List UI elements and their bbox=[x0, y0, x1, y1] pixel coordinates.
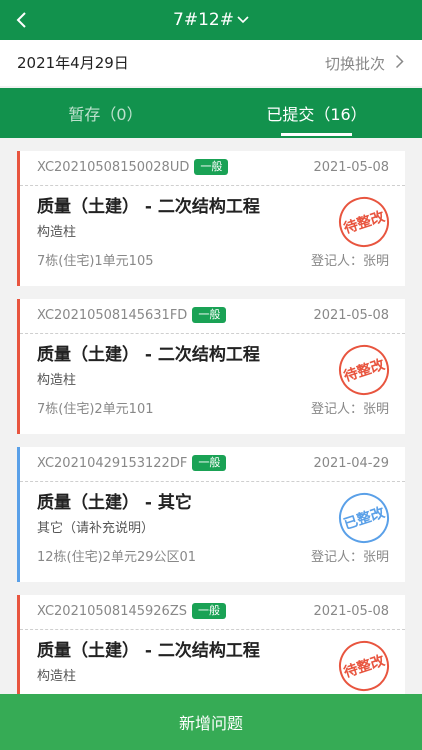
issue-title: 质量（土建） - 二次结构工程 bbox=[37, 641, 260, 661]
issue-location: 7栋(住宅)1单元105 bbox=[37, 254, 154, 269]
issue-card[interactable]: XC20210508145631FD 一般 2021-05-08 质量（土建） -… bbox=[17, 299, 405, 434]
card-header: XC20210429153122DF 一般 2021-04-29 bbox=[20, 447, 405, 482]
status-stamp: 待整改 bbox=[332, 338, 396, 402]
severity-badge: 一般 bbox=[192, 603, 226, 619]
issue-subtitle: 构造柱 bbox=[37, 669, 77, 684]
date-bar: 2021年4月29日 切换批次 bbox=[0, 40, 422, 86]
issue-location: 12栋(住宅)2单元29公区01 bbox=[37, 550, 197, 565]
switch-batch-button[interactable]: 切换批次 bbox=[325, 40, 404, 86]
issue-card[interactable]: XC20210429153122DF 一般 2021-04-29 质量（土建） -… bbox=[17, 447, 405, 582]
issue-registrar: 登记人：张明 bbox=[310, 402, 389, 417]
issue-card[interactable]: XC20210508150028UD 一般 2021-05-08 质量（土建） -… bbox=[17, 151, 405, 286]
status-stamp: 已整改 bbox=[332, 486, 396, 550]
issue-title: 质量（土建） - 二次结构工程 bbox=[37, 197, 260, 217]
batch-date: 2021年4月29日 bbox=[17, 54, 129, 72]
status-stamp: 待整改 bbox=[332, 634, 396, 694]
issue-title: 质量（土建） - 二次结构工程 bbox=[37, 345, 260, 365]
tab-draft[interactable]: 暂存（0） bbox=[0, 88, 211, 138]
issue-subtitle: 构造柱 bbox=[37, 373, 77, 388]
issue-code: XC20210508145926ZS 一般 bbox=[37, 595, 226, 629]
card-header: XC20210508150028UD 一般 2021-05-08 bbox=[20, 151, 405, 186]
add-issue-button[interactable]: 新增问题 bbox=[0, 694, 422, 750]
issue-date: 2021-05-08 bbox=[313, 160, 389, 175]
issue-code: XC20210508150028UD 一般 bbox=[37, 151, 229, 185]
issue-registrar: 登记人：张明 bbox=[310, 550, 389, 565]
card-header: XC20210508145926ZS 一般 2021-05-08 bbox=[20, 595, 405, 630]
issue-list[interactable]: XC20210508150028UD 一般 2021-05-08 质量（土建） -… bbox=[0, 138, 422, 694]
severity-badge: 一般 bbox=[192, 455, 227, 471]
status-stamp: 待整改 bbox=[332, 190, 396, 254]
tab-submitted[interactable]: 已提交（16） bbox=[211, 88, 422, 138]
issue-date: 2021-04-29 bbox=[313, 456, 389, 471]
page-title: 7#12# bbox=[173, 10, 234, 30]
issue-location: 7栋(住宅)2单元101 bbox=[37, 402, 154, 417]
issue-date: 2021-05-08 bbox=[313, 604, 389, 619]
top-bar: 7#12# bbox=[0, 0, 422, 40]
issue-date: 2021-05-08 bbox=[313, 308, 389, 323]
issue-registrar: 登记人：张明 bbox=[310, 254, 389, 269]
issue-subtitle: 其它（请补充说明） bbox=[37, 521, 155, 536]
tab-bar: 暂存（0） 已提交（16） bbox=[0, 88, 422, 138]
issue-code: XC20210429153122DF 一般 bbox=[37, 447, 227, 481]
card-header: XC20210508145631FD 一般 2021-05-08 bbox=[20, 299, 405, 334]
chevron-right-icon bbox=[395, 54, 404, 73]
severity-badge: 一般 bbox=[192, 307, 227, 323]
issue-title: 质量（土建） - 其它 bbox=[37, 493, 192, 513]
issue-code: XC20210508145631FD 一般 bbox=[37, 299, 227, 333]
switch-batch-label: 切换批次 bbox=[324, 54, 385, 73]
issue-card[interactable]: XC20210508145926ZS 一般 2021-05-08 质量（土建） -… bbox=[17, 595, 405, 694]
title-dropdown[interactable]: 7#12# bbox=[0, 0, 422, 40]
severity-badge: 一般 bbox=[194, 159, 229, 175]
chevron-down-icon bbox=[237, 16, 249, 24]
issue-subtitle: 构造柱 bbox=[37, 225, 77, 240]
